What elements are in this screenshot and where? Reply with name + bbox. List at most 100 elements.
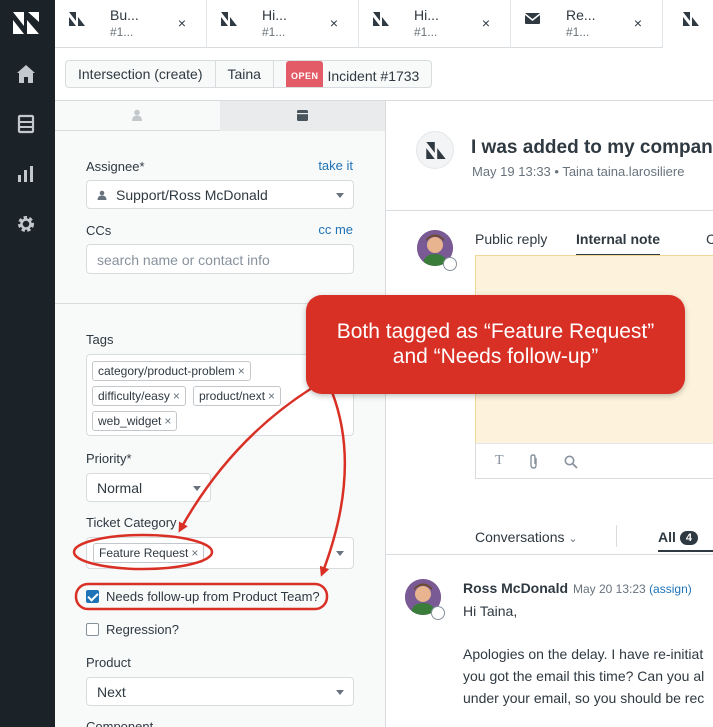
close-icon[interactable]: × — [634, 15, 642, 31]
close-icon: × — [164, 414, 172, 428]
ticket-category-label: Ticket Category — [86, 515, 177, 530]
ticket-category-select[interactable]: Feature Request × — [86, 537, 354, 569]
annotation-text: Both tagged as “Feature Request” and “Ne… — [306, 319, 685, 369]
internal-user-icon — [443, 257, 457, 271]
divider — [616, 525, 617, 547]
priority-select[interactable]: Normal — [86, 473, 211, 502]
product-select[interactable]: Next — [86, 677, 354, 706]
product-value: Next — [97, 684, 126, 700]
ticket-icon — [297, 110, 308, 121]
annotation-callout: Both tagged as “Feature Request” and “Ne… — [306, 295, 685, 394]
ticket-meta: May 19 13:33 • Taina taina.larosiliere — [472, 164, 685, 179]
ccs-input[interactable]: search name or contact info — [86, 244, 354, 274]
breadcrumb-group: Intersection (create) Taina OPEN Incident… — [65, 60, 433, 88]
followup-checkbox[interactable] — [86, 590, 99, 603]
chevron-down-icon — [336, 193, 344, 198]
tab-subtitle: #1... — [262, 25, 286, 39]
tab-call[interactable]: C — [706, 231, 713, 247]
ticket-tab-1[interactable]: Bu... #1... × — [55, 0, 207, 48]
divider — [386, 554, 713, 555]
comment-author[interactable]: Ross McDonald — [463, 580, 568, 596]
zendesk-ticket-icon — [426, 142, 446, 159]
all-filter[interactable]: All 4 — [658, 529, 699, 545]
ticket-properties-panel: Assignee* take it Support/Ross McDonald … — [55, 101, 386, 727]
settings-gear-icon[interactable] — [14, 212, 38, 236]
reporting-icon[interactable] — [14, 162, 38, 186]
close-icon: × — [268, 389, 276, 403]
chevron-down-icon — [336, 551, 344, 556]
comment-line: Apologies on the delay. I have re-initia… — [463, 646, 704, 662]
component-label: Component — [86, 719, 154, 727]
tab-user[interactable] — [55, 101, 220, 131]
assignee-value: Support/Ross McDonald — [116, 187, 268, 203]
ccs-placeholder: search name or contact info — [97, 252, 270, 268]
annotation-line: and “Needs follow-up” — [392, 345, 599, 368]
zendesk-ticket-icon — [373, 12, 389, 26]
chevron-down-icon — [193, 486, 201, 491]
tags-label: Tags — [86, 332, 114, 347]
close-icon[interactable]: × — [178, 15, 186, 31]
breadcrumb-brand[interactable]: Intersection (create) — [66, 61, 216, 87]
tab-public-reply[interactable]: Public reply — [475, 231, 547, 247]
comment-line: Hi Taina, — [463, 603, 518, 619]
tag-chip[interactable]: product/next × — [193, 386, 282, 406]
left-navigation — [0, 0, 55, 727]
tab-ticket[interactable] — [220, 101, 385, 131]
envelope-icon — [525, 13, 541, 24]
zendesk-ticket-icon — [683, 12, 699, 26]
comment-meta: May 20 13:23 (assign) — [573, 582, 692, 596]
conversation-panel: I was added to my company May 19 13:33 •… — [386, 101, 713, 727]
close-icon: × — [172, 389, 180, 403]
ticket-tab-active[interactable] — [663, 0, 713, 48]
assign-link[interactable]: (assign) — [649, 582, 692, 596]
user-icon — [97, 190, 107, 200]
close-icon[interactable]: × — [482, 15, 490, 31]
tab-subtitle: #1... — [414, 25, 438, 39]
ticket-tab-2[interactable]: Hi... #1... × — [207, 0, 359, 48]
breadcrumb-requester[interactable]: Taina — [216, 61, 274, 87]
regression-checkbox[interactable] — [86, 623, 99, 636]
tag-chip[interactable]: difficulty/easy × — [92, 386, 186, 406]
user-icon — [132, 109, 142, 121]
chevron-down-icon — [336, 690, 344, 695]
assignee-label: Assignee* — [86, 159, 145, 174]
text-format-icon[interactable]: T — [495, 453, 504, 469]
views-icon[interactable] — [14, 112, 38, 136]
breadcrumb-ticket[interactable]: OPEN Incident #1733 — [274, 61, 431, 87]
comment-line: you got the email this time? Can you al — [463, 668, 705, 684]
annotation-line: Both tagged as “Feature Request” — [336, 320, 655, 343]
conversations-filter[interactable]: Conversations ⌄ — [475, 529, 578, 545]
close-icon: × — [237, 364, 245, 378]
tag-chip[interactable]: web_widget × — [92, 411, 178, 431]
comment-line: under your email, so you should be rec — [463, 690, 705, 706]
editor-toolbar: T — [475, 443, 713, 479]
tab-subtitle: #1... — [110, 25, 134, 39]
home-icon[interactable] — [14, 62, 38, 86]
close-icon: × — [191, 546, 199, 560]
search-icon[interactable] — [564, 455, 578, 469]
tag-chip[interactable]: category/product-problem × — [92, 361, 251, 381]
zendesk-logo-icon[interactable] — [13, 12, 39, 34]
count-badge: 4 — [679, 531, 699, 545]
followup-label: Needs follow-up from Product Team? — [106, 589, 320, 604]
close-icon[interactable]: × — [330, 15, 338, 31]
take-it-link[interactable]: take it — [318, 158, 353, 173]
breadcrumb-ticket-label: Incident #1733 — [327, 68, 420, 84]
priority-value: Normal — [97, 480, 143, 496]
assignee-select[interactable]: Support/Ross McDonald — [86, 180, 354, 209]
attachment-icon[interactable] — [528, 454, 540, 470]
cc-me-link[interactable]: cc me — [318, 222, 353, 237]
divider — [386, 210, 713, 211]
tab-title: Re... — [566, 7, 596, 23]
category-chip[interactable]: Feature Request × — [93, 543, 205, 563]
tab-internal-note[interactable]: Internal note — [576, 231, 661, 256]
product-label: Product — [86, 655, 131, 670]
regression-label: Regression? — [106, 622, 179, 637]
status-badge: OPEN — [285, 61, 324, 87]
ticket-subject[interactable]: I was added to my company — [471, 137, 713, 159]
ticket-tab-3[interactable]: Hi... #1... × — [359, 0, 511, 48]
tab-subtitle: #1... — [566, 25, 590, 39]
breadcrumb: Intersection (create) Taina OPEN Incident… — [55, 48, 713, 101]
ticket-tab-4[interactable]: Re... #1... × — [511, 0, 663, 48]
active-indicator — [658, 550, 713, 552]
